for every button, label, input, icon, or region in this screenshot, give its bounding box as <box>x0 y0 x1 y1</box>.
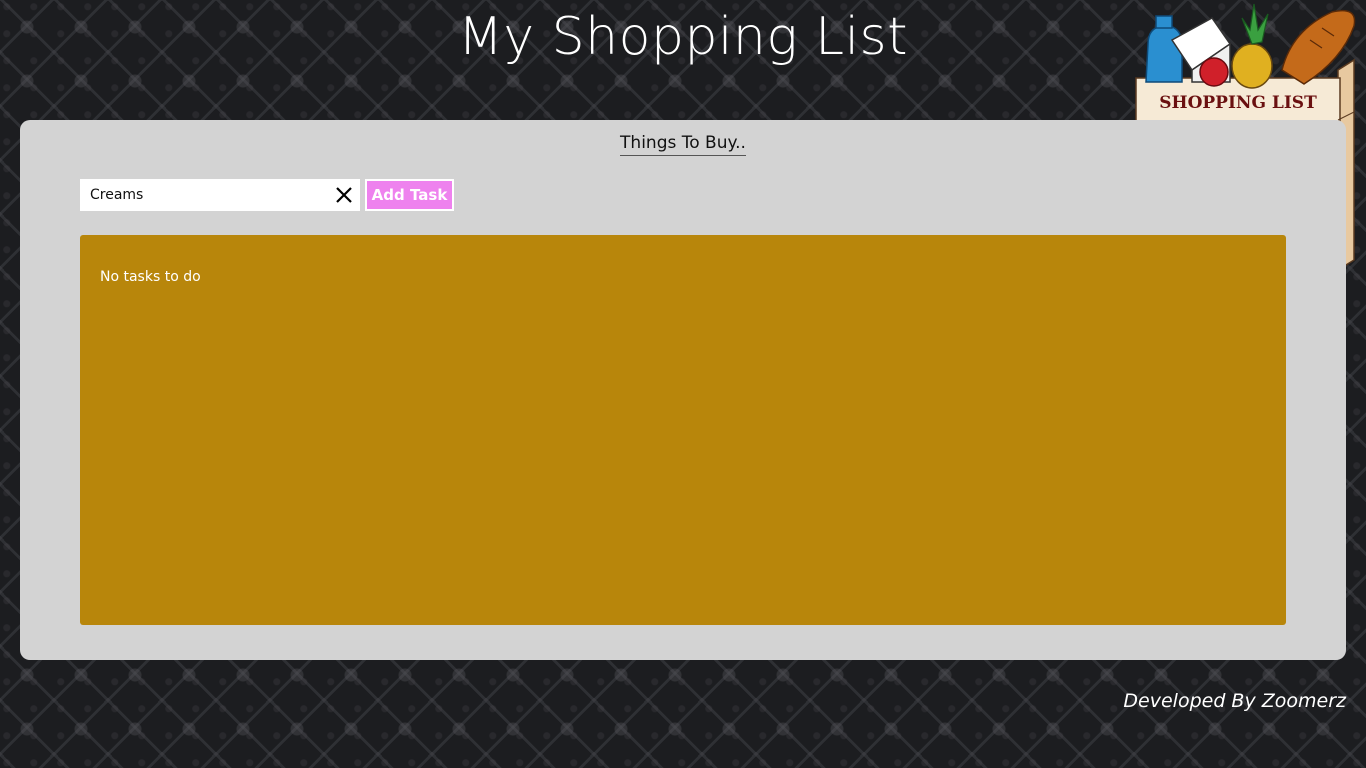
task-input[interactable] <box>80 179 330 211</box>
close-icon[interactable] <box>334 184 354 206</box>
panel-heading: Things To Buy.. <box>620 132 746 156</box>
empty-list-message: No tasks to do <box>100 269 201 285</box>
task-list: No tasks to do <box>80 235 1286 625</box>
main-panel: Things To Buy.. Add Task No tasks to do <box>20 120 1346 660</box>
logo-text: SHOPPING LIST <box>1159 93 1317 113</box>
add-task-button[interactable]: Add Task <box>365 179 454 211</box>
developer-credit: Developed By Zoomerz <box>1123 690 1346 712</box>
task-input-container <box>80 179 360 211</box>
